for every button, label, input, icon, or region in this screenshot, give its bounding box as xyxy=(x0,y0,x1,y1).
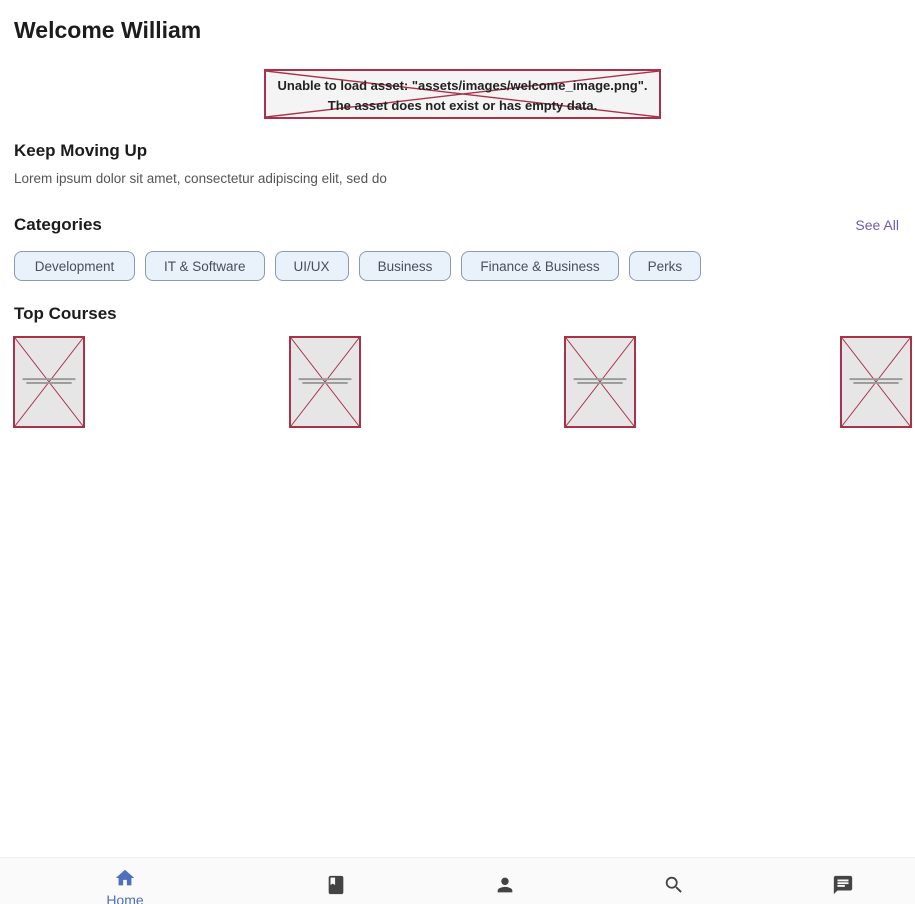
course-card-thumbnail[interactable] xyxy=(840,336,912,428)
broken-image-icon xyxy=(291,338,359,426)
broken-image-icon xyxy=(842,338,910,426)
top-courses-heading: Top Courses xyxy=(14,304,117,323)
nav-item-courses[interactable] xyxy=(291,858,381,904)
nav-item-profile[interactable] xyxy=(460,858,550,904)
book-icon xyxy=(328,875,344,895)
course-card-thumbnail[interactable] xyxy=(564,336,636,428)
bottom-navigation-bar: Home xyxy=(0,857,915,904)
home-icon xyxy=(115,869,135,886)
category-chip-perks[interactable]: Perks xyxy=(628,251,702,281)
nav-item-home-label: Home xyxy=(106,892,144,904)
image-error-message-line2: The asset does not exist or has empty da… xyxy=(327,98,598,113)
keep-moving-description: Lorem ipsum dolor sit amet, consectetur … xyxy=(14,171,387,186)
chat-icon xyxy=(833,875,853,895)
nav-item-search[interactable] xyxy=(629,858,719,904)
search-icon xyxy=(665,876,682,893)
nav-item-messages[interactable] xyxy=(798,858,888,904)
categories-heading: Categories xyxy=(14,215,102,234)
category-chip-list: Development IT & Software UI/UX Business… xyxy=(14,251,702,281)
keep-moving-heading: Keep Moving Up xyxy=(14,141,148,160)
welcome-image-error: Unable to load asset: "assets/images/wel… xyxy=(264,69,661,119)
category-chip-business[interactable]: Business xyxy=(358,251,452,281)
category-chip-ui-ux[interactable]: UI/UX xyxy=(274,251,349,281)
category-chip-it-software[interactable]: IT & Software xyxy=(145,251,265,281)
person-icon xyxy=(497,877,513,893)
broken-image-icon xyxy=(15,338,83,426)
page-title: Welcome William xyxy=(14,17,202,43)
course-card-thumbnail[interactable] xyxy=(13,336,85,428)
broken-image-icon xyxy=(566,338,634,426)
category-chip-finance-business[interactable]: Finance & Business xyxy=(461,251,619,281)
nav-item-home[interactable]: Home xyxy=(80,858,170,904)
see-all-link[interactable]: See All xyxy=(855,217,899,233)
category-chip-development[interactable]: Development xyxy=(14,251,135,281)
course-card-thumbnail[interactable] xyxy=(289,336,361,428)
image-error-message-line1: Unable to load asset: "assets/images/wel… xyxy=(277,78,648,93)
